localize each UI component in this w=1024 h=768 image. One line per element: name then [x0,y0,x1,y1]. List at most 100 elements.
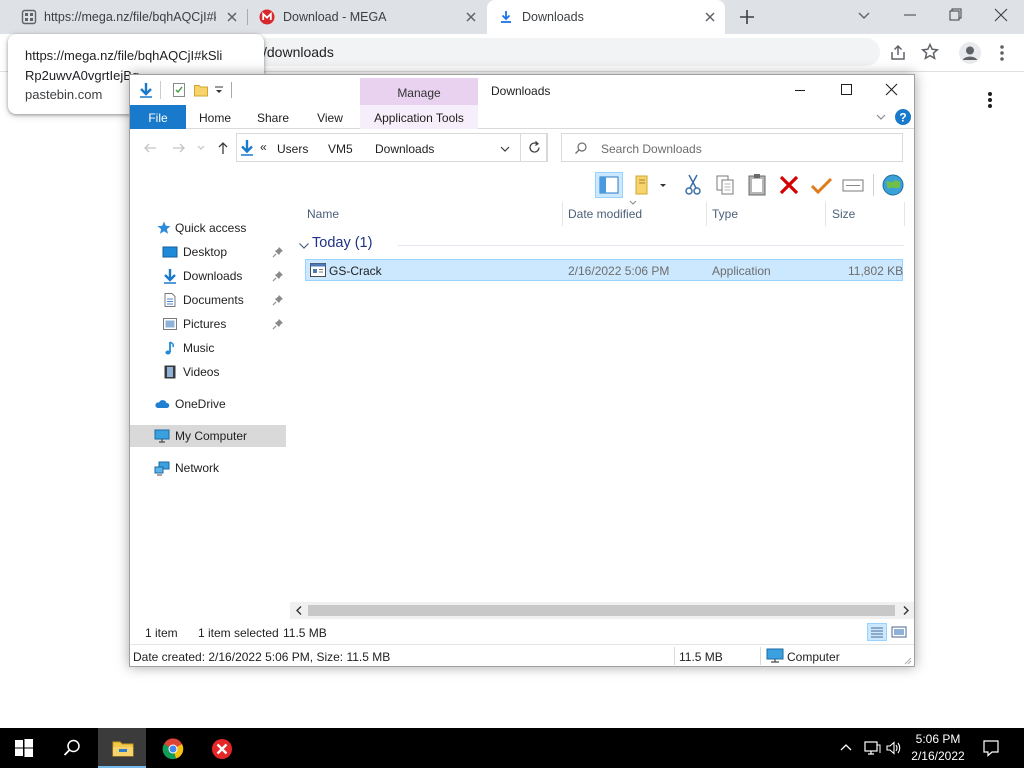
nav-label: Videos [183,365,220,379]
new-folder-icon[interactable] [193,82,209,98]
breadcrumb-downloads[interactable]: Downloads [375,142,434,156]
column-header-size[interactable]: Size [832,207,855,221]
nav-documents[interactable]: Documents [130,289,286,311]
nav-desktop[interactable]: Desktop [130,241,286,263]
address-text: /downloads [263,44,334,60]
breadcrumb-users[interactable]: Users [277,142,308,156]
scroll-right-icon[interactable] [901,605,911,616]
paste-button[interactable] [744,172,772,198]
tab-search-icon[interactable] [852,5,876,25]
share-icon[interactable] [888,43,908,63]
nav-music[interactable]: Music [130,337,286,359]
collapse-group-chevron-icon[interactable] [298,240,310,252]
minimize-icon[interactable] [792,81,810,99]
select-button[interactable] [808,172,836,198]
large-icons-view-button[interactable] [890,624,908,640]
action-center-icon[interactable] [982,739,1000,757]
nav-label: Music [183,341,215,355]
search-icon [63,739,80,756]
show-hidden-icons-chevron-icon[interactable] [839,741,853,755]
close-icon[interactable] [702,9,718,25]
scroll-thumb[interactable] [308,605,895,616]
profile-avatar-icon[interactable] [958,41,982,65]
group-header-today[interactable]: Today (1) [312,235,372,251]
column-header-date-modified[interactable]: Date modified [568,207,642,221]
refresh-button[interactable] [520,133,548,162]
column-header-name[interactable]: Name [307,207,339,221]
delete-button[interactable] [776,172,804,198]
taskbar-red-x-app[interactable] [197,728,245,768]
forward-arrow-icon[interactable] [171,140,187,156]
rename-button[interactable] [840,172,868,198]
help-icon[interactable]: ? [894,108,912,126]
up-arrow-icon[interactable] [215,140,231,156]
web-globe-button[interactable] [880,172,908,198]
expand-ribbon-icon[interactable] [874,111,888,123]
details-view-button[interactable] [867,623,887,641]
clock-time[interactable]: 5:06 PM [900,732,976,746]
restore-icon[interactable] [943,5,967,25]
new-item-button[interactable] [633,172,669,198]
details-view-icon [871,627,883,638]
status-item-count: 1 item [145,626,178,640]
new-tab-icon[interactable] [738,8,756,26]
computer-icon [766,648,784,664]
properties-icon[interactable] [171,82,187,98]
resize-grip-icon[interactable] [904,657,912,665]
minimize-icon[interactable] [898,5,922,25]
clock-date[interactable]: 2/16/2022 [900,749,976,763]
close-icon[interactable] [463,9,479,25]
chrome-menu-icon[interactable] [996,43,1008,63]
copy-icon [716,175,734,195]
close-icon[interactable] [224,9,240,25]
tab-mega-url[interactable]: https://mega.nz/file/bqhAQCjI#kSliRp2uwv… [8,0,246,34]
breadcrumb-vm5[interactable]: VM5 [328,142,353,156]
customize-qat-dropdown-icon[interactable] [214,82,224,98]
tab-downloads[interactable]: Downloads [487,0,725,34]
close-window-icon[interactable] [883,81,901,99]
taskbar-file-explorer[interactable] [98,728,146,768]
address-history-chevron-icon[interactable] [499,143,511,155]
tab-mega-download[interactable]: Download - MEGA [248,0,486,34]
scroll-left-icon[interactable] [294,605,304,616]
preview-pane-icon [599,176,619,194]
bookmark-star-icon[interactable] [920,42,940,62]
taskbar-chrome[interactable] [148,728,196,768]
recent-locations-chevron-icon[interactable] [196,143,206,153]
column-header-type[interactable]: Type [712,207,738,221]
start-button[interactable] [0,728,48,768]
downloads-page-menu-icon[interactable] [983,90,997,110]
back-arrow-icon[interactable] [142,140,158,156]
tab-application-tools[interactable]: Application Tools [360,105,478,129]
tab-home[interactable]: Home [192,105,238,129]
preview-pane-button[interactable] [595,172,623,198]
maximize-icon[interactable] [838,81,856,99]
mega-icon [259,9,275,25]
explorer-address-bar[interactable]: « Users VM5 Downloads [236,133,547,162]
nav-downloads[interactable]: Downloads [130,265,286,287]
network-status-icon[interactable] [863,740,881,756]
nav-label: Pictures [183,317,227,331]
breadcrumb-overflow[interactable]: « [260,140,267,154]
column-separator [706,202,707,226]
close-window-icon[interactable] [989,5,1013,25]
file-row-gs-crack[interactable]: GS-Crack 2/16/2022 5:06 PM Application 1… [305,259,903,281]
nav-quick-access[interactable]: Quick access [130,217,286,239]
tab-view[interactable]: View [307,105,353,129]
cut-button[interactable] [680,172,708,198]
horizontal-scrollbar[interactable] [290,602,914,619]
status-selected-size: 11.5 MB [283,626,327,640]
nav-videos[interactable]: Videos [130,361,286,383]
manage-label: Manage [397,86,441,100]
cloud-icon [154,396,170,412]
nav-network[interactable]: Network [130,457,286,479]
nav-pictures[interactable]: Pictures [130,313,286,335]
search-box[interactable]: Search Downloads [561,133,903,162]
browser-tab-strip: https://mega.nz/file/bqhAQCjI#kSliRp2uwv… [0,0,1024,34]
search-button[interactable] [48,728,96,768]
copy-button[interactable] [712,172,740,198]
tab-file[interactable]: File [130,105,186,129]
nav-my-computer[interactable]: My Computer [130,425,286,447]
nav-onedrive[interactable]: OneDrive [130,393,286,415]
tab-share[interactable]: Share [250,105,296,129]
